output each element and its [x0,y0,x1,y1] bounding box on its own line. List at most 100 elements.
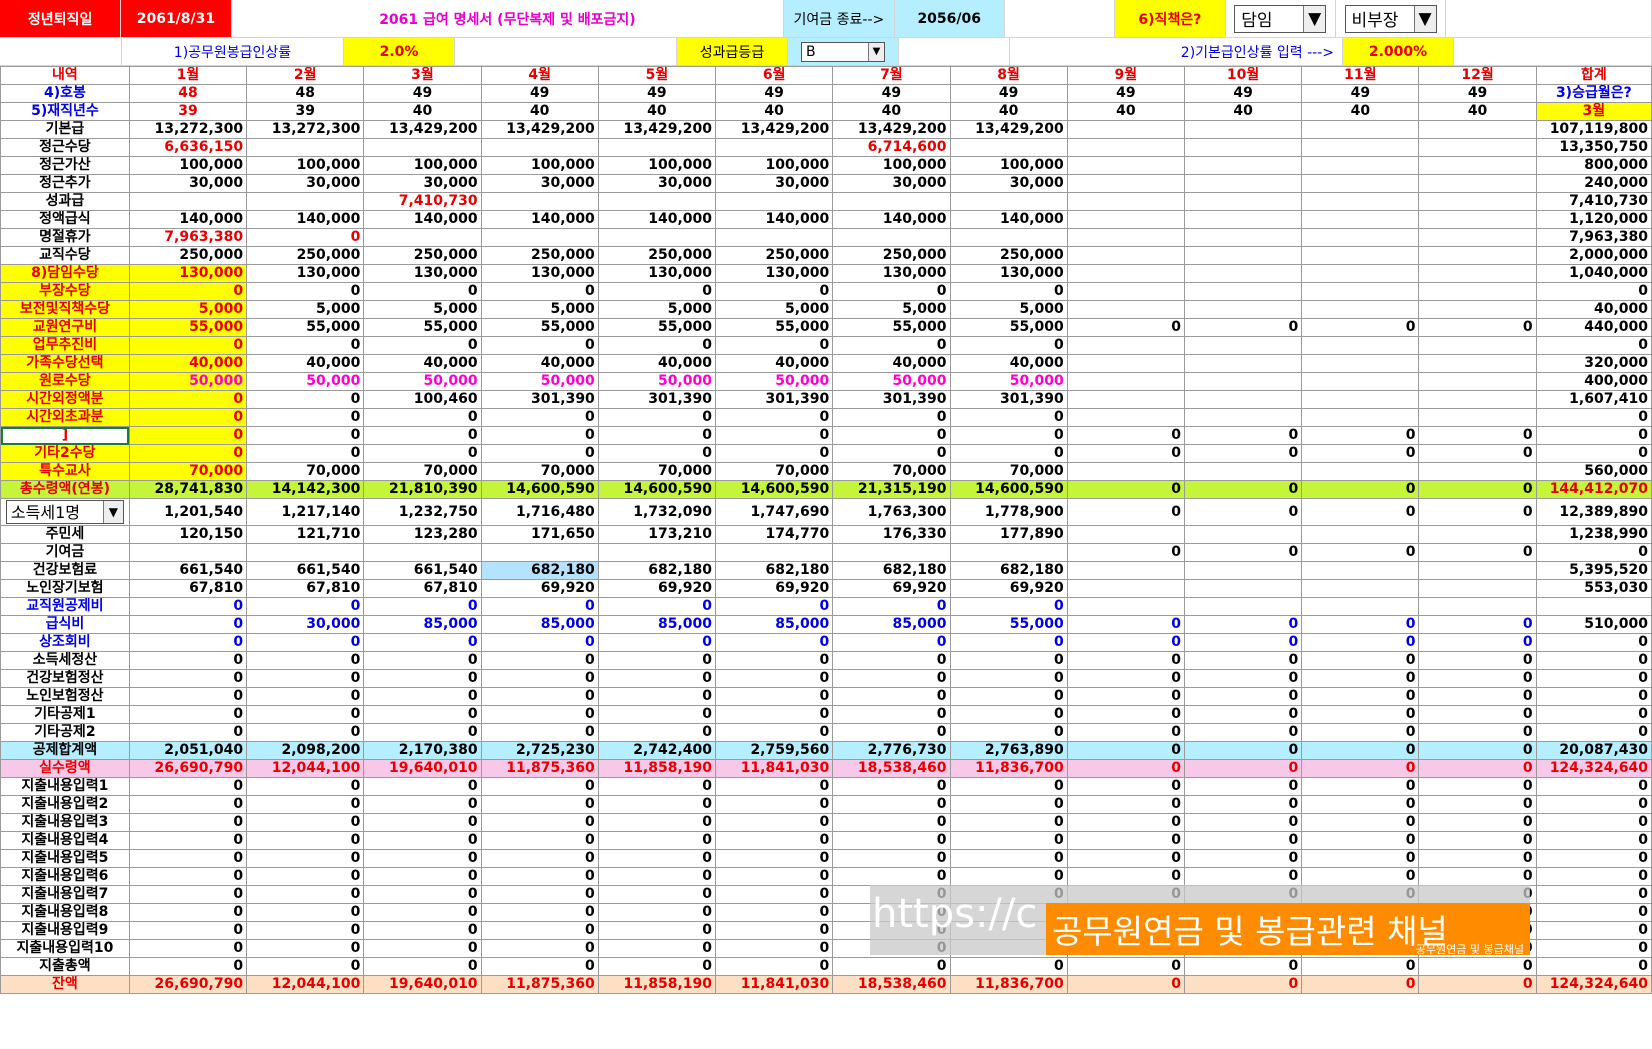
month-cell[interactable]: 0 [715,633,834,652]
month-cell[interactable]: 12,044,100 [246,975,365,994]
month-cell[interactable]: 6,714,600 [832,138,951,157]
month-cell[interactable] [1418,462,1537,481]
month-cell[interactable] [1418,561,1537,580]
month-cell[interactable]: 0 [1418,975,1537,994]
month-cell[interactable]: 0 [128,957,248,976]
month-cell[interactable]: 40,000 [246,354,365,373]
month-cell[interactable]: 0 [1183,444,1303,463]
total-cell[interactable]: 144,412,070 [1535,480,1652,499]
month-cell[interactable]: 121,710 [246,525,365,544]
month-cell[interactable] [1183,300,1303,319]
month-cell[interactable] [1066,282,1185,301]
month-cell[interactable]: 0 [363,444,482,463]
total-cell[interactable]: 0 [1535,426,1652,445]
month-cell[interactable]: 11,836,700 [949,975,1068,994]
month-cell[interactable]: 0 [949,723,1068,742]
month-cell[interactable]: 0 [715,957,834,976]
month-cell[interactable]: 40 [1301,102,1420,121]
total-cell[interactable]: 40,000 [1535,300,1652,319]
month-cell[interactable]: 2,763,890 [949,741,1068,760]
month-cell[interactable]: 39 [246,102,365,121]
month-cell[interactable] [1066,210,1185,229]
month-cell[interactable]: 0 [949,813,1068,832]
month-cell[interactable] [1301,282,1420,301]
base-raise-value[interactable]: 2.000% [1343,38,1454,66]
month-cell[interactable] [363,228,482,247]
total-cell[interactable]: 0 [1535,939,1652,958]
month-cell[interactable]: 30,000 [246,615,365,634]
month-cell[interactable]: 0 [597,939,717,958]
month-cell[interactable]: 0 [1418,759,1537,778]
month-cell[interactable]: 0 [1301,651,1420,670]
month-cell[interactable]: 0 [480,336,599,355]
month-cell[interactable] [1301,138,1420,157]
income-tax-dropdown-cell[interactable]: 소득세1명 ▼ [0,498,130,526]
month-cell[interactable]: 50,000 [949,372,1068,391]
total-cell[interactable]: 3)승급월은? [1535,84,1652,103]
month-cell[interactable]: 0 [1418,831,1537,850]
month-cell[interactable]: 0 [363,408,482,427]
month-cell[interactable] [1183,525,1303,544]
month-cell[interactable]: 682,180 [949,561,1068,580]
month-cell[interactable]: 140,000 [715,210,834,229]
month-cell[interactable]: 0 [1301,318,1420,337]
month-cell[interactable]: 0 [1066,777,1185,796]
chevron-down-icon[interactable]: ▼ [868,42,884,61]
month-cell[interactable] [1183,579,1303,598]
month-cell[interactable] [1301,192,1420,211]
month-cell[interactable]: 0 [715,705,834,724]
month-cell[interactable]: 0 [715,831,834,850]
total-cell[interactable]: 0 [1535,885,1652,904]
month-cell[interactable]: 0 [363,849,482,868]
month-cell[interactable]: 0 [1418,426,1537,445]
month-cell[interactable]: 0 [246,939,365,958]
total-cell[interactable]: 0 [1535,903,1652,922]
month-cell[interactable]: 100,460 [363,390,482,409]
month-cell[interactable]: 140,000 [597,210,717,229]
month-cell[interactable]: 0 [597,777,717,796]
month-cell[interactable]: 0 [480,444,599,463]
month-cell[interactable]: 0 [597,282,717,301]
month-cell[interactable]: 0 [1183,318,1303,337]
total-cell[interactable]: 320,000 [1535,354,1652,373]
month-cell[interactable]: 682,180 [597,561,717,580]
month-cell[interactable]: 85,000 [832,615,951,634]
month-cell[interactable] [246,138,365,157]
month-cell[interactable]: 0 [128,921,248,940]
month-cell[interactable] [1183,264,1303,283]
month-cell[interactable]: 0 [1183,687,1303,706]
month-cell[interactable] [1183,138,1303,157]
month-cell[interactable]: 0 [246,228,365,247]
month-cell[interactable]: 13,272,300 [128,120,248,139]
month-cell[interactable]: 0 [1418,633,1537,652]
total-cell[interactable]: 0 [1535,849,1652,868]
month-cell[interactable]: 0 [832,687,951,706]
month-cell[interactable]: 0 [715,939,834,958]
month-cell[interactable]: 0 [1066,633,1185,652]
month-cell[interactable]: 0 [1183,867,1303,886]
month-cell[interactable]: 0 [832,957,951,976]
total-cell[interactable]: 7,410,730 [1535,192,1652,211]
month-cell[interactable]: 0 [949,831,1068,850]
month-cell[interactable]: 0 [363,633,482,652]
month-cell[interactable]: 69,920 [832,579,951,598]
month-cell[interactable]: 11,858,190 [597,759,717,778]
month-cell[interactable]: 0 [480,282,599,301]
total-cell[interactable]: 400,000 [1535,372,1652,391]
month-cell[interactable] [480,192,599,211]
total-cell[interactable]: 0 [1535,813,1652,832]
month-cell[interactable]: 0 [1183,759,1303,778]
month-cell[interactable]: 0 [363,903,482,922]
month-cell[interactable]: 13,429,200 [480,120,599,139]
month-cell[interactable]: 1,232,750 [363,498,482,526]
month-cell[interactable]: 12,044,100 [246,759,365,778]
month-cell[interactable]: 70,000 [480,462,599,481]
month-cell[interactable] [1301,525,1420,544]
month-cell[interactable]: 0 [597,885,717,904]
month-cell[interactable]: 0 [246,795,365,814]
month-cell[interactable]: 70,000 [128,462,248,481]
month-cell[interactable]: 5,000 [128,300,248,319]
month-cell[interactable]: 67,810 [363,579,482,598]
total-cell[interactable]: 12,389,890 [1535,498,1652,526]
month-cell[interactable] [832,228,951,247]
